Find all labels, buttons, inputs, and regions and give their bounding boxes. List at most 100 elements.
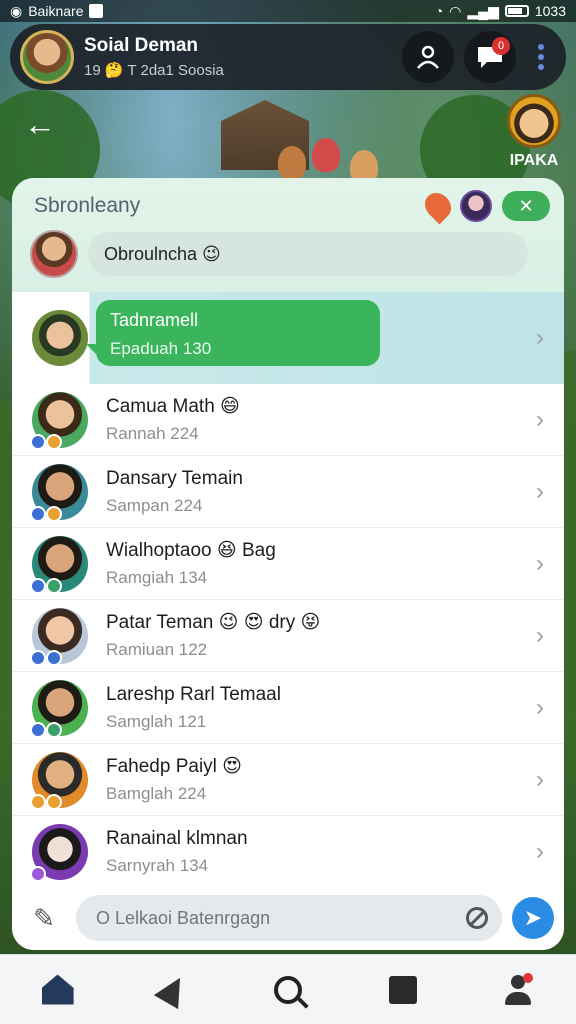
pin-icon[interactable]	[419, 187, 457, 225]
contact-name: Fahedp Paiyl 😍	[106, 756, 242, 777]
compose-bubble[interactable]: Obroulncha 😉	[88, 232, 528, 276]
corner-logo-text: IPAKA	[509, 152, 559, 169]
messages-button[interactable]: 0	[464, 31, 516, 83]
chevron-right-icon: ›	[536, 324, 544, 351]
contact-sub: Sampan 224	[106, 495, 203, 515]
status-dot-icon	[30, 577, 46, 594]
status-dot-icon	[46, 721, 62, 738]
close-icon: ✕	[518, 195, 534, 216]
clear-icon[interactable]	[466, 907, 488, 929]
wifi-icon: ◠	[449, 2, 462, 19]
status-time: 1033	[534, 3, 566, 19]
contact-avatar	[30, 463, 88, 522]
contact-name: Ranainal klmnan	[106, 827, 248, 849]
search-icon	[273, 975, 302, 1004]
search-field[interactable]	[76, 895, 502, 941]
status-dot-icon	[46, 505, 62, 522]
contact-sub: Ramiuan 122	[106, 640, 208, 659]
nav-search[interactable]	[263, 965, 313, 1015]
featured-name: Tadnramell	[110, 310, 199, 330]
chevron-right-icon: ›	[536, 621, 544, 649]
contact-row[interactable]: Wialhoptaoo 😆 Bag Ramgiah 134 ›	[12, 528, 564, 600]
status-dot-icon	[30, 793, 46, 810]
compose-button[interactable]: ✎	[22, 896, 66, 940]
chevron-right-icon: ›	[536, 549, 544, 577]
chevron-right-icon: ›	[536, 477, 544, 505]
contact-list: Tadnramell Epaduah 130 › Camua Math 😄 Ra…	[12, 292, 564, 888]
battery-icon	[504, 5, 529, 17]
bottom-navigation	[0, 954, 576, 1024]
contact-name: Wialhoptaoo 😆 Bag	[106, 540, 276, 561]
nav-send[interactable]	[148, 965, 198, 1015]
contact-sub: Sarnyrah 134	[106, 855, 209, 875]
contact-row[interactable]: Camua Math 😄 Rannah 224 ›	[12, 384, 564, 456]
status-dot-icon	[30, 649, 46, 666]
more-options-button[interactable]	[526, 31, 556, 83]
contact-sub: Rannah 224	[106, 424, 199, 443]
nav-home[interactable]	[33, 965, 83, 1015]
notification-dot-icon	[523, 972, 534, 983]
close-button[interactable]: ✕	[502, 191, 550, 221]
status-dot-icon	[46, 793, 62, 810]
search-input[interactable]	[96, 907, 466, 929]
friends-panel: Sbronleany ✕ Obroulncha 😉 Tadnramell Epa…	[12, 178, 564, 950]
chevron-right-icon: ›	[536, 765, 544, 793]
status-dot-icon	[30, 433, 46, 450]
header-subtitle: 19 🤔 T 2da1 Soosia	[84, 62, 224, 79]
contact-name: Lareshp Rarl Temaal	[106, 683, 281, 705]
send-icon: ➤	[523, 905, 543, 930]
featured-bubble: Tadnramell Epaduah 130	[86, 300, 380, 366]
status-dot-icon	[46, 433, 62, 450]
nav-square[interactable]	[378, 965, 428, 1015]
square-icon	[389, 975, 418, 1004]
signal-icon: ▂▄▆	[467, 2, 499, 19]
status-dot-icon	[30, 865, 46, 882]
chevron-right-icon: ›	[536, 837, 544, 865]
more-vertical-icon	[538, 44, 544, 70]
back-button[interactable]: ←	[24, 106, 56, 143]
status-bar: ◉ Baiknare ◔ ◠ ▂▄▆ 1033	[0, 0, 576, 22]
featured-avatar	[32, 310, 88, 366]
contact-row[interactable]: Lareshp Rarl Temaal Samglah 121 ›	[12, 672, 564, 744]
nav-profile[interactable]	[493, 965, 543, 1015]
contact-avatar	[30, 679, 88, 738]
chevron-right-icon: ›	[536, 693, 544, 721]
contact-row[interactable]: Ranainal klmnan Sarnyrah 134 ›	[12, 816, 564, 888]
contact-row[interactable]: Dansary Temain Sampan 224 ›	[12, 456, 564, 528]
send-button[interactable]: ➤	[512, 897, 554, 939]
corner-logo[interactable]: IPAKA	[504, 94, 564, 176]
panel-header: Sbronleany ✕ Obroulncha 😉	[12, 178, 564, 292]
status-dot-icon	[30, 721, 46, 738]
header-title: Soial Deman	[84, 35, 199, 56]
contact-sub: Ramgiah 134	[106, 568, 208, 587]
edit-icon: ✎	[33, 902, 55, 933]
contact-name: Camua Math 😄	[106, 396, 240, 417]
compose-avatar	[30, 230, 78, 278]
user-icon	[417, 45, 439, 69]
app-status-icon: ◉	[10, 2, 23, 19]
contact-avatar	[30, 823, 88, 882]
contact-row[interactable]: Patar Teman 😉 😍 dry 😝 Ramiuan 122 ›	[12, 600, 564, 672]
paper-plane-icon	[153, 970, 192, 1009]
status-dot-icon	[46, 649, 62, 666]
home-icon	[41, 974, 74, 1005]
alarm-icon: ◔	[434, 3, 444, 19]
status-dot-icon	[30, 505, 46, 522]
featured-sub: Epaduah 130	[110, 339, 212, 358]
contact-avatar	[30, 391, 88, 450]
contact-sub: Samglah 121	[106, 711, 207, 731]
featured-contact-row[interactable]: Tadnramell Epaduah 130 ›	[12, 292, 564, 384]
contact-avatar	[30, 751, 88, 810]
status-dot-icon	[46, 577, 62, 594]
panel-avatar[interactable]	[460, 190, 492, 222]
chat-header: Soial Deman 19 🤔 T 2da1 Soosia 0	[10, 24, 566, 90]
contact-sub: Bamglah 224	[106, 784, 207, 803]
contact-row[interactable]: Fahedp Paiyl 😍 Bamglah 224 ›	[12, 744, 564, 816]
contact-name: Patar Teman 😉 😍 dry 😝	[106, 612, 321, 633]
back-arrow-icon: ←	[24, 106, 56, 142]
add-user-button[interactable]	[402, 31, 454, 83]
notification-icon	[89, 4, 104, 18]
status-app-name: Baiknare	[28, 3, 84, 19]
header-avatar[interactable]	[20, 30, 74, 84]
contact-avatar	[30, 607, 88, 666]
